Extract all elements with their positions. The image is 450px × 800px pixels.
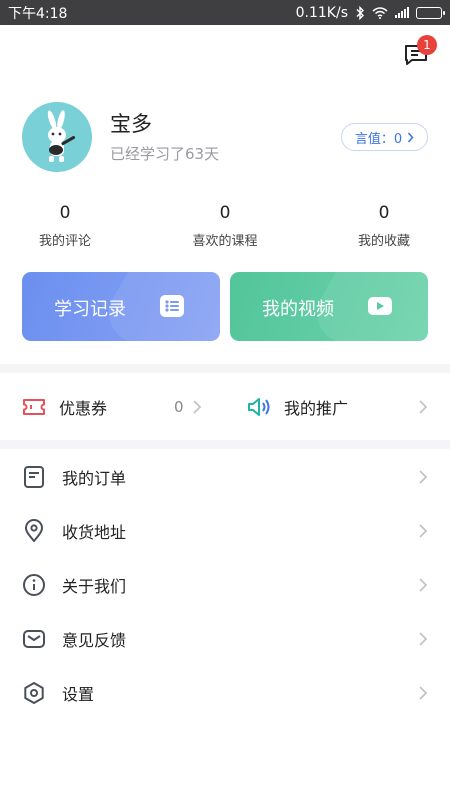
menu-label: 关于我们	[62, 577, 127, 596]
my-videos-label: 我的视频	[262, 299, 334, 320]
coupon-count: 0	[174, 398, 184, 416]
location-pin-icon	[25, 519, 43, 542]
coupon-row[interactable]: 优惠券 0	[0, 383, 220, 431]
promotion-label: 我的推广	[284, 399, 349, 418]
promotion-row[interactable]: 我的推广	[230, 383, 450, 431]
stat-value: 0	[59, 203, 71, 223]
menu-label: 意见反馈	[62, 631, 127, 650]
section-divider	[0, 364, 450, 373]
status-time: 下午4:18	[8, 5, 68, 22]
yanzhi-button[interactable]: 言值：0	[341, 123, 428, 151]
menu-item-address[interactable]: 收货地址	[0, 504, 450, 558]
chevron-right-icon	[419, 400, 428, 414]
chevron-right-icon	[419, 632, 428, 646]
status-icons: 0.11K/s	[295, 4, 445, 21]
study-record-label: 学习记录	[54, 299, 126, 320]
wifi-icon	[372, 6, 388, 19]
stat-label: 我的评论	[38, 234, 91, 249]
battery-icon	[416, 6, 445, 19]
signal-icon	[395, 7, 409, 18]
rabbit-guitar-icon	[47, 110, 76, 162]
my-videos-card[interactable]: 我的视频	[230, 272, 428, 341]
coupon-icon	[23, 399, 45, 415]
chevron-right-icon	[193, 400, 202, 414]
status-bar: 下午4:18 0.11K/s	[0, 0, 450, 25]
mail-icon	[23, 630, 45, 648]
chevron-right-icon	[419, 686, 428, 700]
info-icon	[23, 574, 45, 596]
stat-favorites[interactable]: 0 我的收藏	[329, 202, 439, 249]
chevron-right-icon	[419, 578, 428, 592]
video-play-icon	[368, 297, 392, 315]
stat-label: 我的收藏	[357, 234, 410, 249]
menu-item-orders[interactable]: 我的订单	[0, 450, 450, 504]
settings-icon	[24, 682, 44, 704]
chevron-right-icon	[408, 131, 414, 143]
coupon-label: 优惠券	[59, 399, 108, 418]
menu-label: 我的订单	[62, 469, 127, 488]
menu-item-about[interactable]: 关于我们	[0, 558, 450, 612]
chevron-right-icon	[419, 470, 428, 484]
list-icon	[160, 295, 184, 317]
chevron-right-icon	[419, 524, 428, 538]
study-days-text: 已经学习了63天	[110, 145, 220, 163]
menu-item-settings[interactable]: 设置	[0, 666, 450, 720]
avatar[interactable]	[22, 102, 92, 172]
yanzhi-label: 言值：0	[354, 131, 403, 147]
stat-value: 0	[219, 203, 231, 223]
stat-comments[interactable]: 0 我的评论	[10, 202, 120, 249]
order-icon	[24, 466, 44, 488]
menu-item-feedback[interactable]: 意见反馈	[0, 612, 450, 666]
section-divider	[0, 440, 450, 449]
bluetooth-icon	[356, 5, 364, 20]
stat-liked-courses[interactable]: 0 喜欢的课程	[170, 202, 280, 249]
stat-label: 喜欢的课程	[192, 234, 258, 249]
menu-label: 设置	[62, 685, 95, 704]
study-record-card[interactable]: 学习记录	[22, 272, 220, 341]
menu-label: 收货地址	[62, 523, 127, 542]
network-speed: 0.11K/s	[295, 4, 348, 21]
message-badge: 1	[417, 35, 437, 55]
user-name: 宝多	[110, 112, 152, 136]
megaphone-icon	[248, 398, 270, 416]
stat-value: 0	[378, 203, 390, 223]
